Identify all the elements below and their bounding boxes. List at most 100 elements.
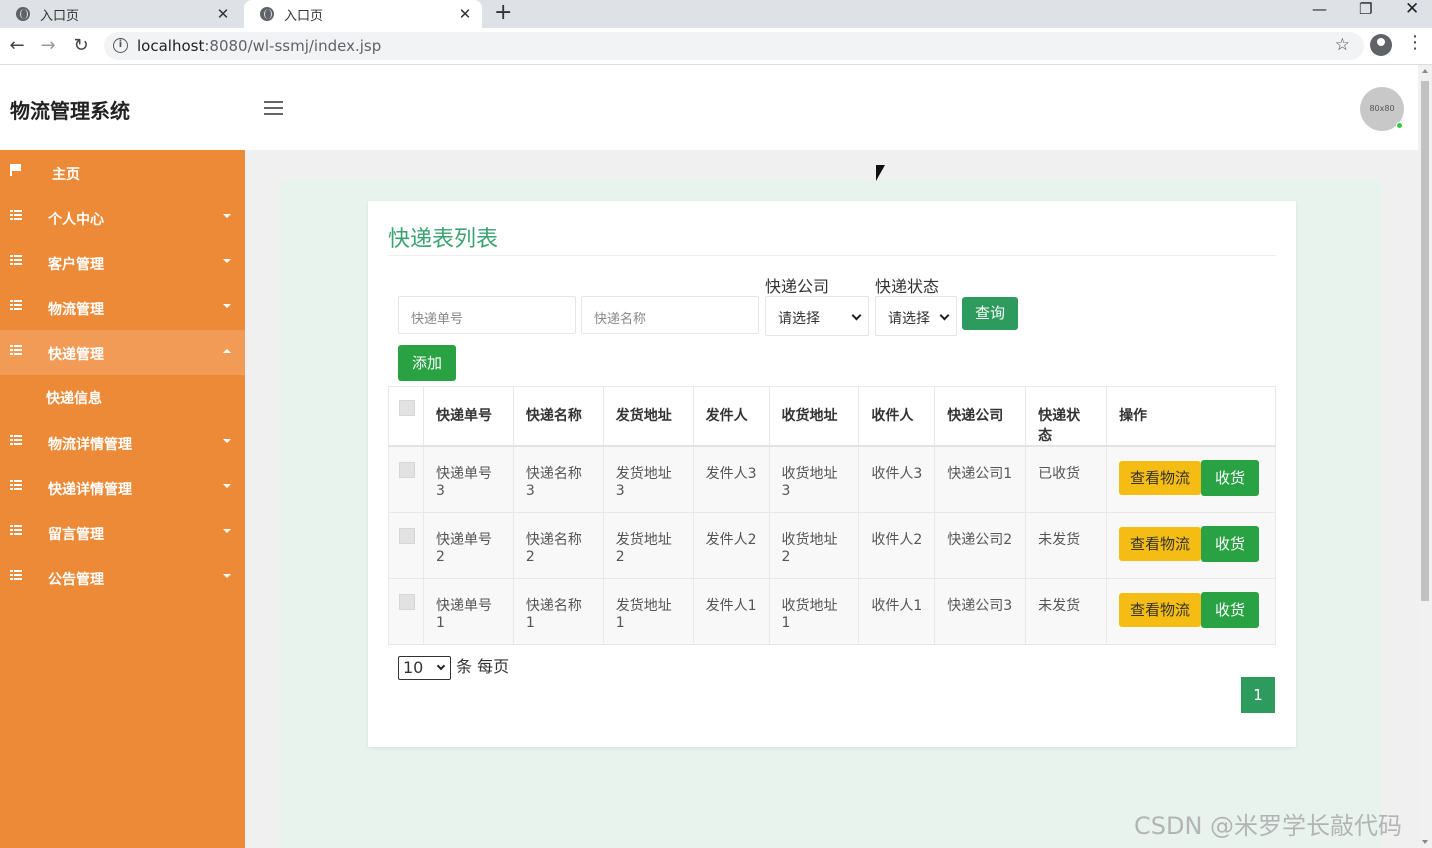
url-text: localhost:8080/wl-ssmj/index.jsp [137,37,382,55]
browser-tab-1[interactable]: 入口页 ✕ [0,0,240,28]
status-select[interactable]: 请选择 [875,296,957,336]
browser-tab-2[interactable]: 入口页 ✕ [244,0,482,28]
view-logistics-button[interactable]: 查看物流 [1119,526,1202,561]
page-size-select[interactable]: 10 [398,655,451,680]
globe-icon [260,7,274,21]
reload-icon[interactable]: ↻ [71,35,91,56]
express-number-input[interactable]: 快递单号 [398,296,576,334]
sidebar-item-label: 快递管理 [48,347,104,363]
status-filter-label: 快递状态 [875,277,940,296]
close-icon[interactable]: ✕ [214,5,232,23]
sidebar-item-customer-management[interactable]: 客户管理 [0,240,245,285]
mouse-cursor-icon [876,165,885,181]
sidebar: 主页 个人中心 客户管理 物流管理 快递管理 快递信息 物流详情管理 快递详情管… [0,150,245,848]
sidebar-subitem-express-info[interactable]: 快递信息 [0,375,245,420]
caret-down-icon [223,529,231,533]
url-field[interactable]: i localhost:8080/wl-ssmj/index.jsp ☆ [104,32,1364,60]
grid-icon [10,299,22,314]
sidebar-item-express-management[interactable]: 快递管理 [0,330,245,375]
column-header: 发件人 [692,386,770,447]
receive-button[interactable]: 收货 [1201,591,1260,628]
close-icon[interactable]: ✕ [456,5,474,23]
sidebar-item-label: 留言管理 [48,527,104,543]
add-button[interactable]: 添加 [398,345,456,381]
row-checkbox[interactable] [399,527,415,544]
sidebar-item-logistics-management[interactable]: 物流管理 [0,285,245,330]
grid-icon [10,344,22,359]
menu-kebab-icon[interactable]: ⋮ [1406,32,1424,53]
cell-actions: 查看物流 收货 [1106,511,1276,579]
caret-down-icon [223,214,231,218]
column-header: 快递公司 [934,386,1027,447]
company-select[interactable]: 请选择 [765,296,869,336]
cell-name: 快递名称1 [512,577,604,645]
new-tab-icon[interactable]: + [494,0,512,26]
express-name-input[interactable]: 快递名称 [581,296,759,334]
restore-icon[interactable]: ❐ [1359,0,1372,18]
address-bar: ← → ↻ i localhost:8080/wl-ssmj/index.jsp… [0,28,1432,65]
back-icon[interactable]: ← [7,35,27,56]
bookmark-star-icon[interactable]: ☆ [1335,35,1350,55]
column-header: 收件人 [858,386,936,447]
cell-status: 未发货 [1025,511,1108,579]
cell-company: 快递公司2 [934,511,1027,579]
select-all-checkbox[interactable] [399,400,415,416]
cell-status: 未发货 [1025,577,1108,645]
sidebar-item-label: 快递信息 [46,391,102,407]
cell-sender: 发件人2 [692,511,770,579]
checkbox-cell [388,577,424,645]
scroll-up-arrow-icon[interactable] [1422,69,1428,73]
column-header: 快递名称 [512,386,604,447]
grid-icon [10,254,22,269]
sidebar-item-personal-center[interactable]: 个人中心 [0,195,245,240]
sidebar-item-logistics-detail-management[interactable]: 物流详情管理 [0,420,245,465]
cell-receiver: 收件人2 [858,511,936,579]
page-size-value: 10 [403,657,424,677]
cell-from: 发货地址3 [602,445,694,513]
hamburger-menu-icon[interactable] [264,101,283,115]
flag-icon [10,164,21,180]
caret-down-icon [223,484,231,488]
table-header-row: 快递单号 快递名称 发货地址 发件人 收货地址 收件人 快递公司 快递状态 操作 [388,386,1276,447]
receive-button[interactable]: 收货 [1201,460,1260,496]
cell-sender: 发件人3 [692,445,770,513]
window-close-icon[interactable]: ✕ [1405,0,1419,18]
cell-from: 发货地址1 [602,577,694,645]
page-scrollbar[interactable] [1418,65,1432,848]
sidebar-item-label: 公告管理 [48,572,104,588]
globe-icon [16,7,30,21]
sidebar-item-message-management[interactable]: 留言管理 [0,510,245,555]
row-checkbox[interactable] [399,593,415,610]
page-button-current[interactable]: 1 [1241,677,1275,713]
receive-button[interactable]: 收货 [1201,525,1260,562]
scrollbar-thumb[interactable] [1421,81,1429,601]
caret-down-icon [223,259,231,263]
row-checkbox[interactable] [399,462,415,478]
info-icon[interactable]: i [113,38,128,53]
cell-sender: 发件人1 [692,577,770,645]
column-header: 发货地址 [602,386,694,447]
sidebar-item-label: 个人中心 [48,212,104,228]
minimize-icon[interactable]: — [1312,0,1327,18]
cell-from: 发货地址2 [602,511,694,579]
view-logistics-button[interactable]: 查看物流 [1119,592,1202,627]
page-size-control: 10 条 每页 [398,653,509,680]
sidebar-item-express-detail-management[interactable]: 快递详情管理 [0,465,245,510]
avatar[interactable]: 80x80 [1360,87,1404,131]
status-select-value: 请选择 [888,311,930,327]
online-status-dot [1396,122,1403,129]
query-button[interactable]: 查询 [962,297,1018,330]
scroll-down-arrow-icon[interactable] [1422,840,1428,844]
column-header: 快递状态 [1025,386,1108,447]
profile-icon[interactable] [1370,34,1392,56]
view-logistics-button[interactable]: 查看物流 [1119,461,1202,495]
sidebar-item-announcement-management[interactable]: 公告管理 [0,555,245,600]
sidebar-item-label: 主页 [52,167,80,183]
forward-icon[interactable]: → [38,35,58,56]
caret-down-icon [223,304,231,308]
cell-status: 已收货 [1025,445,1108,513]
grid-icon [10,434,22,449]
tab-title: 入口页 [284,8,324,24]
cell-to: 收货地址2 [768,511,860,579]
sidebar-item-home[interactable]: 主页 [0,150,245,195]
